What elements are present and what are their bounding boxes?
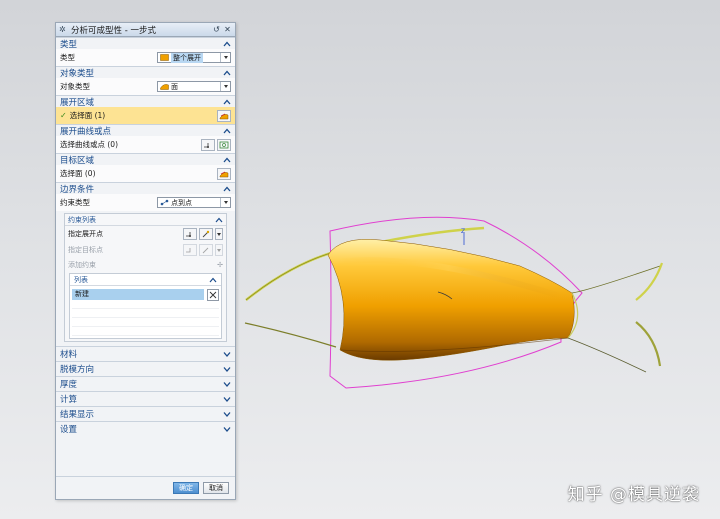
- section-thickness-header[interactable]: 厚度: [56, 376, 235, 391]
- lower-left-curve: [244, 322, 337, 348]
- object-type-row: 对象类型 面: [56, 78, 235, 95]
- object-type-select[interactable]: 面: [157, 81, 231, 92]
- chevron-up-icon: [223, 99, 231, 105]
- right-fin-lower: [635, 321, 662, 367]
- chevron-up-icon: [215, 217, 223, 223]
- chevron-down-icon[interactable]: [220, 198, 230, 207]
- section-unfold-region-header[interactable]: 展开区域: [56, 95, 235, 108]
- section-calculate-header[interactable]: 计算: [56, 391, 235, 406]
- chevron-up-icon: [223, 128, 231, 134]
- specify-target-point-row: 指定目标点: [65, 242, 226, 258]
- curve-select-icon[interactable]: [217, 138, 231, 151]
- chevron-down-icon: [223, 366, 231, 372]
- dialog-title: 分析可成型性 - 一步式: [71, 25, 156, 36]
- list-item[interactable]: 新建: [72, 288, 219, 301]
- point-dialog-icon: [183, 244, 197, 256]
- dialog-titlebar: ✲ 分析可成型性 - 一步式 ↺ ✕: [56, 23, 235, 37]
- forming-analysis-dialog: ✲ 分析可成型性 - 一步式 ↺ ✕ 类型 类型 整个展开 对象类型 对象类型 …: [55, 22, 236, 500]
- constraint-type-row: 约束类型 点到点: [56, 194, 235, 211]
- close-icon[interactable]: ✕: [223, 25, 232, 34]
- constraint-list-group: 约束列表 指定展开点 指定目标点 添加约束 ✢ 列表 新建: [64, 213, 227, 342]
- ok-button[interactable]: 确定: [173, 482, 199, 494]
- inferred-point-icon[interactable]: [199, 228, 213, 240]
- section-target-region-header[interactable]: 目标区域: [56, 153, 235, 166]
- list-header[interactable]: 列表: [70, 274, 221, 286]
- chevron-down-icon[interactable]: [220, 82, 230, 91]
- select-curves-row: 选择曲线或点 (0): [56, 136, 235, 153]
- collapsed-sections: 材料 脱模方向 厚度 计算 结果显示 设置: [56, 346, 235, 436]
- list-group: 列表 新建: [69, 273, 222, 339]
- chevron-up-icon: [209, 277, 217, 283]
- specify-unfold-point-row: 指定展开点: [65, 226, 226, 242]
- z-axis-label: Z: [461, 228, 465, 235]
- section-settings-header[interactable]: 设置: [56, 421, 235, 436]
- list-empty-area: [72, 300, 219, 336]
- chevron-up-icon: [223, 186, 231, 192]
- point-to-point-icon: [160, 199, 169, 206]
- inferred-point-icon: [199, 244, 213, 256]
- type-row: 类型 整个展开: [56, 49, 235, 66]
- constraint-list-header[interactable]: 约束列表: [65, 214, 226, 226]
- select-face-icon[interactable]: [217, 167, 231, 180]
- constraint-type-select[interactable]: 点到点: [157, 197, 231, 208]
- dialog-footer: 确定 取消: [56, 476, 235, 499]
- section-type-header[interactable]: 类型: [56, 37, 235, 50]
- select-face-row[interactable]: ✓ 选择面 (1): [56, 107, 235, 124]
- chevron-down-icon: [223, 381, 231, 387]
- chevron-down-icon: [223, 426, 231, 432]
- chevron-up-icon: [223, 70, 231, 76]
- chevron-up-icon: [223, 41, 231, 47]
- unfold-icon: [160, 54, 169, 61]
- section-draft-direction-header[interactable]: 脱模方向: [56, 361, 235, 376]
- target-face-row: 选择面 (0): [56, 165, 235, 182]
- reset-icon[interactable]: ↺: [212, 25, 221, 34]
- chevron-down-icon: [223, 351, 231, 357]
- point-dialog-icon[interactable]: [183, 228, 197, 240]
- point-dialog-icon[interactable]: [201, 138, 215, 151]
- section-object-type-header[interactable]: 对象类型: [56, 66, 235, 79]
- chevron-up-icon: [223, 157, 231, 163]
- section-result-display-header[interactable]: 结果显示: [56, 406, 235, 421]
- point-options-dropdown: [215, 244, 223, 256]
- checkmark-icon: ✓: [60, 111, 67, 120]
- watermark: 知乎 @模具逆袭: [567, 485, 700, 505]
- right-fin-upper: [635, 262, 664, 301]
- section-material-header[interactable]: 材料: [56, 346, 235, 361]
- chevron-down-icon: [223, 396, 231, 402]
- face-icon: [160, 84, 169, 90]
- section-unfold-curves-header[interactable]: 展开曲线或点: [56, 124, 235, 137]
- chevron-down-icon: [223, 411, 231, 417]
- section-boundary-header[interactable]: 边界条件: [56, 182, 235, 195]
- delete-icon[interactable]: [207, 288, 219, 301]
- type-select[interactable]: 整个展开: [157, 52, 231, 63]
- select-face-icon[interactable]: [217, 109, 231, 122]
- add-constraint-row: 添加约束 ✢: [68, 260, 223, 269]
- add-constraint-icon: ✢: [217, 260, 223, 269]
- gear-icon[interactable]: ✲: [59, 25, 67, 34]
- chevron-down-icon[interactable]: [220, 53, 230, 62]
- cancel-button[interactable]: 取消: [203, 482, 229, 494]
- point-options-dropdown[interactable]: [215, 228, 223, 240]
